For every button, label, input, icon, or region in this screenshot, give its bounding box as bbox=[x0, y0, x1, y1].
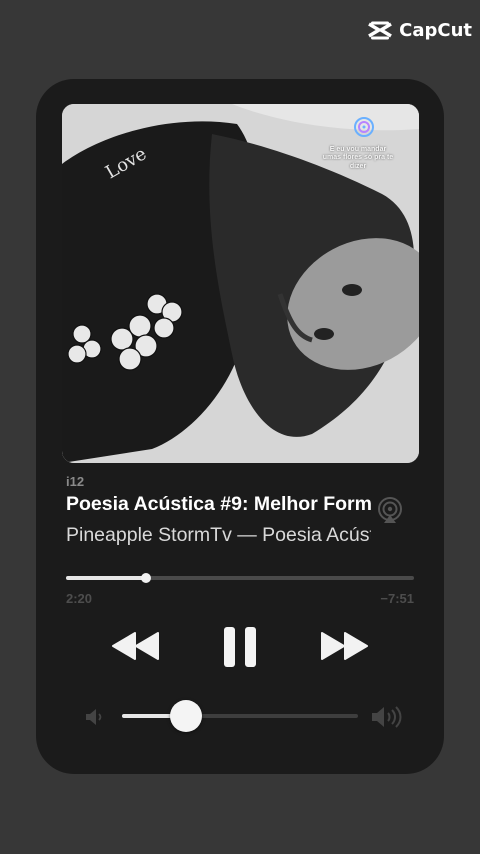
volume-slider[interactable] bbox=[122, 700, 358, 732]
spiral-sticker-icon bbox=[354, 117, 374, 137]
track-artist[interactable]: Pineapple StormTv — Poesia Acústica bbox=[66, 524, 371, 547]
album-artwork[interactable]: Love E eu vou mandar umas flores só pra … bbox=[62, 104, 419, 463]
story-text-overlay: E eu vou mandar umas flores só pra te di… bbox=[322, 146, 394, 170]
volume-high-icon bbox=[372, 706, 402, 728]
capcut-logo-icon bbox=[368, 21, 392, 39]
elapsed-time: 2:20 bbox=[66, 591, 93, 606]
rewind-icon[interactable] bbox=[111, 631, 161, 661]
progress-slider[interactable] bbox=[66, 573, 414, 583]
volume-low-icon bbox=[86, 709, 102, 725]
capcut-brand-text: CapCut bbox=[399, 20, 472, 41]
fast-forward-icon[interactable] bbox=[319, 631, 369, 661]
remaining-time: −7:51 bbox=[380, 591, 414, 606]
now-playing-card: Love E eu vou mandar umas flores só pra … bbox=[36, 79, 444, 774]
source-label: i12 bbox=[66, 474, 85, 489]
capcut-watermark: CapCut bbox=[367, 20, 472, 41]
track-title: Poesia Acústica #9: Melhor Forma bbox=[66, 493, 371, 515]
pause-icon[interactable] bbox=[222, 625, 258, 669]
volume-knob[interactable] bbox=[169, 700, 202, 732]
progress-fill bbox=[66, 576, 147, 580]
progress-knob[interactable] bbox=[141, 573, 152, 583]
airplay-icon[interactable] bbox=[376, 497, 404, 525]
